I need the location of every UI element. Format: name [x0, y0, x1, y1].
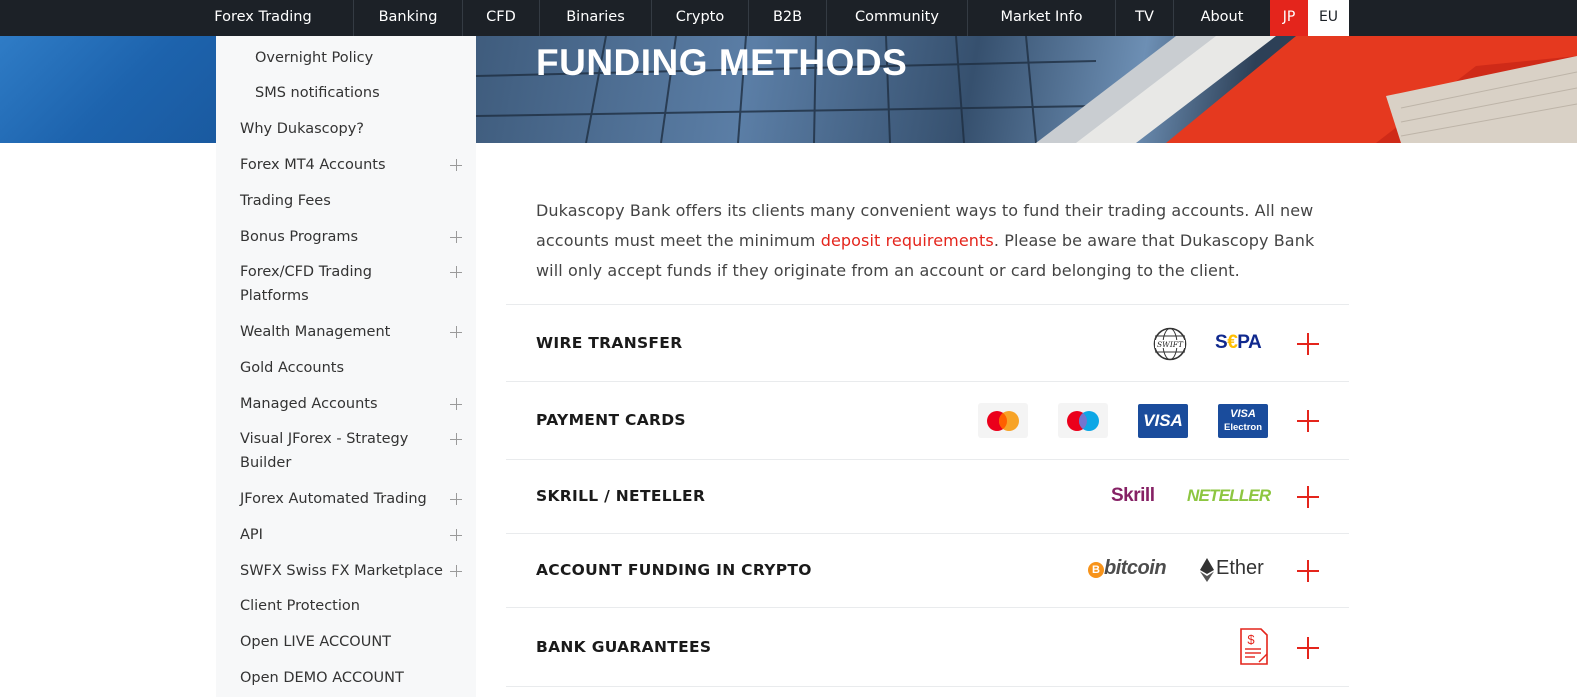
bitcoin-symbol-icon: B [1088, 562, 1104, 578]
funding-method-label: SKRILL / NETELLER [536, 487, 706, 505]
banner-left-background [0, 36, 216, 143]
expand-plus-icon[interactable] [450, 398, 462, 410]
sidebar-item-trading-fees[interactable]: Trading Fees [240, 189, 450, 213]
swift-logo-text: SWIFT [1157, 340, 1184, 349]
expand-plus-icon[interactable] [450, 565, 462, 577]
sepa-logo-euro: € [1227, 332, 1238, 353]
top-navigation: Forex Trading Banking CFD Binaries Crypt… [0, 0, 1577, 36]
funding-row-crypto[interactable]: ACCOUNT FUNDING IN CRYPTO B bitcoin Ethe… [506, 533, 1349, 607]
mastercard-logo [978, 403, 1028, 438]
sidebar-item-wealth-management[interactable]: Wealth Management [240, 320, 450, 344]
expand-plus-icon[interactable] [450, 231, 462, 243]
language-eu-button[interactable]: EU [1308, 0, 1349, 36]
funding-method-label: ACCOUNT FUNDING IN CRYPTO [536, 561, 812, 579]
page-title: FUNDING METHODS [536, 42, 908, 83]
visa-logo: VISA [1138, 404, 1188, 438]
nav-market-info[interactable]: Market Info [968, 0, 1115, 36]
nav-banking[interactable]: Banking [354, 0, 462, 36]
funding-row-wire-transfer[interactable]: WIRE TRANSFER SWIFT S€PA [506, 304, 1349, 381]
deposit-requirements-link[interactable]: deposit requirements [821, 231, 994, 250]
visa-electron-logo: VISA Electron [1218, 404, 1268, 438]
expand-plus-icon[interactable] [1297, 333, 1319, 355]
svg-text:$: $ [1247, 632, 1255, 647]
expand-plus-icon[interactable] [450, 433, 462, 445]
sepa-logo-pa: PA [1237, 332, 1262, 353]
sidebar-item-forex-mt4-accounts[interactable]: Forex MT4 Accounts [240, 153, 450, 177]
bitcoin-logo: bitcoin [1104, 557, 1167, 579]
guarantee-document-icon: $ [1239, 628, 1269, 666]
nav-cfd[interactable]: CFD [463, 0, 539, 36]
nav-community[interactable]: Community [827, 0, 967, 36]
funding-row-skrill-neteller[interactable]: SKRILL / NETELLER Skrill NETELLER [506, 459, 1349, 533]
neteller-logo: NETELLER [1187, 486, 1271, 505]
sepa-logo-s: S [1215, 332, 1228, 353]
sidebar-item-trading-platforms[interactable]: Forex/CFD Trading Platforms [240, 260, 420, 308]
sidebar-item-overnight-policy[interactable]: Overnight Policy [255, 46, 465, 70]
funding-method-label: WIRE TRANSFER [536, 334, 683, 352]
expand-plus-icon[interactable] [1297, 486, 1319, 508]
sidebar-item-open-live-account[interactable]: Open LIVE ACCOUNT [240, 630, 450, 654]
nav-b2b[interactable]: B2B [749, 0, 826, 36]
funding-method-label: PAYMENT CARDS [536, 411, 686, 429]
expand-plus-icon[interactable] [450, 326, 462, 338]
skrill-logo: Skrill [1111, 485, 1155, 506]
visa-electron-bottom: Electron [1223, 422, 1262, 433]
sidebar: Overnight Policy SMS notifications Why D… [216, 36, 476, 697]
sidebar-item-jforex-automated-trading[interactable]: JForex Automated Trading [240, 487, 450, 511]
nav-about[interactable]: About [1174, 0, 1270, 36]
ether-diamond-icon [1200, 558, 1214, 582]
language-jp-button[interactable]: JP [1270, 0, 1308, 36]
sidebar-item-api[interactable]: API [240, 523, 450, 547]
intro-paragraph: Dukascopy Bank offers its clients many c… [536, 196, 1326, 286]
expand-plus-icon[interactable] [1297, 637, 1319, 659]
sidebar-item-managed-accounts[interactable]: Managed Accounts [240, 392, 450, 416]
swift-logo: SWIFT [1152, 327, 1188, 361]
sidebar-item-bonus-programs[interactable]: Bonus Programs [240, 225, 450, 249]
page-banner: FUNDING METHODS [476, 36, 1577, 143]
expand-plus-icon[interactable] [450, 529, 462, 541]
maestro-logo [1058, 403, 1108, 438]
nav-crypto[interactable]: Crypto [652, 0, 748, 36]
sidebar-item-open-demo-account[interactable]: Open DEMO ACCOUNT [240, 666, 450, 690]
expand-plus-icon[interactable] [1297, 560, 1319, 582]
sidebar-item-visual-jforex[interactable]: Visual JForex - Strategy Builder [240, 427, 420, 475]
sidebar-item-gold-accounts[interactable]: Gold Accounts [240, 356, 450, 380]
sidebar-item-why-dukascopy[interactable]: Why Dukascopy? [240, 117, 450, 141]
nav-binaries[interactable]: Binaries [540, 0, 651, 36]
nav-forex-trading[interactable]: Forex Trading [200, 0, 326, 36]
funding-row-bank-guarantees[interactable]: BANK GUARANTEES $ [506, 607, 1349, 687]
nav-tv[interactable]: TV [1116, 0, 1173, 36]
sidebar-item-swfx-marketplace[interactable]: SWFX Swiss FX Marketplace [240, 559, 450, 583]
expand-plus-icon[interactable] [450, 266, 462, 278]
ether-logo: Ether [1216, 557, 1264, 579]
expand-plus-icon[interactable] [1297, 410, 1319, 432]
expand-plus-icon[interactable] [450, 159, 462, 171]
visa-electron-top: VISA [1230, 408, 1256, 420]
expand-plus-icon[interactable] [450, 493, 462, 505]
sidebar-item-sms-notifications[interactable]: SMS notifications [255, 81, 465, 105]
sepa-logo: S€PA [1215, 332, 1271, 356]
funding-method-label: BANK GUARANTEES [536, 638, 712, 656]
sidebar-item-client-protection[interactable]: Client Protection [240, 594, 450, 618]
funding-row-payment-cards[interactable]: PAYMENT CARDS VISA VISA Electron [506, 381, 1349, 459]
